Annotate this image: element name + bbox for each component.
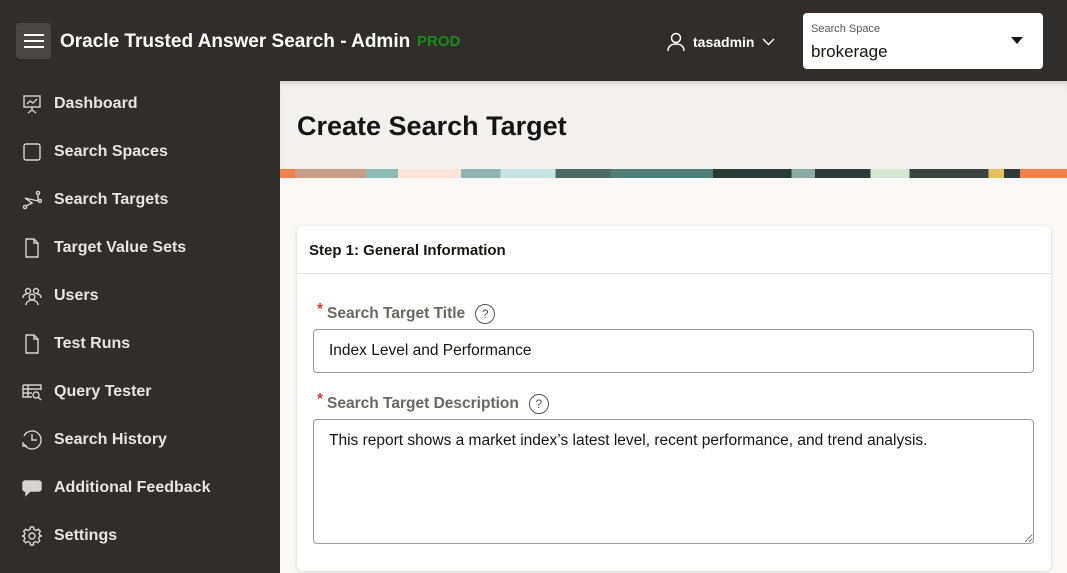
sidebar-item-label: Search Spaces <box>54 143 168 160</box>
sidebar-item-label: Dashboard <box>54 95 138 112</box>
user-icon <box>667 32 685 52</box>
sidebar-item-query-tester[interactable]: Query Tester <box>22 382 152 402</box>
sidebar-nav: Dashboard Search Spaces Search Targets T… <box>0 81 280 573</box>
menu-toggle-button[interactable] <box>16 23 51 59</box>
main-content: Create Search Target Step 1: General Inf… <box>280 81 1067 573</box>
chevron-down-icon <box>762 38 775 46</box>
page-header: Create Search Target <box>280 81 1067 169</box>
sidebar-item-label: Additional Feedback <box>54 479 211 496</box>
search-space-select[interactable]: Search Space brokerage <box>803 13 1043 69</box>
sidebar-item-search-spaces[interactable]: Search Spaces <box>22 142 168 162</box>
app-title: Oracle Trusted Answer Search - Admin <box>60 31 411 52</box>
username: tasadmin <box>693 34 755 50</box>
title-field-label: * Search Target Title ? <box>317 301 496 324</box>
users-icon <box>22 287 42 306</box>
search-target-title-input[interactable] <box>313 329 1034 373</box>
query-icon <box>22 384 42 401</box>
page-title: Create Search Target <box>297 111 567 141</box>
document-icon <box>25 334 39 354</box>
sidebar-item-label: Query Tester <box>54 383 152 400</box>
search-space-value: brokerage <box>811 42 888 61</box>
chat-icon <box>22 480 42 497</box>
sidebar-item-label: Target Value Sets <box>54 239 187 256</box>
history-icon <box>22 430 42 450</box>
dashboard-icon <box>23 95 41 114</box>
sidebar-item-dashboard[interactable]: Dashboard <box>22 94 138 114</box>
caret-down-icon <box>1011 37 1023 44</box>
sidebar-item-additional-feedback[interactable]: Additional Feedback <box>22 478 210 498</box>
label-text: Search Target Title <box>327 305 466 322</box>
step-card: Step 1: General Information * Search Tar… <box>297 226 1051 571</box>
required-indicator: * <box>317 301 324 318</box>
label-text: Search Target Description <box>327 395 519 412</box>
user-menu[interactable]: tasadmin <box>667 32 775 52</box>
sidebar-item-label: Settings <box>54 527 118 544</box>
square-icon <box>23 143 41 161</box>
sidebar-item-label: Test Runs <box>54 335 131 352</box>
search-target-description-textarea[interactable]: This report shows a market index’s lates… <box>313 419 1034 544</box>
sidebar-item-settings[interactable]: Settings <box>22 526 117 546</box>
decorative-banner <box>280 169 1067 178</box>
description-field-label: * Search Target Description ? <box>317 391 549 414</box>
targets-icon <box>22 190 42 210</box>
document-icon <box>25 238 39 258</box>
sidebar-item-users[interactable]: Users <box>22 286 98 306</box>
environment-badge: PROD <box>417 33 461 50</box>
required-indicator: * <box>317 391 324 408</box>
sidebar-item-label: Users <box>54 287 99 304</box>
help-icon[interactable]: ? <box>475 304 496 324</box>
help-icon[interactable]: ? <box>528 394 549 414</box>
gear-icon <box>22 526 42 546</box>
sidebar-item-label: Search History <box>54 431 167 448</box>
sidebar-item-search-targets[interactable]: Search Targets <box>22 190 168 210</box>
sidebar-item-test-runs[interactable]: Test Runs <box>22 334 130 354</box>
sidebar-item-label: Search Targets <box>54 191 169 208</box>
search-space-label: Search Space <box>811 23 881 35</box>
sidebar-item-search-history[interactable]: Search History <box>22 430 167 450</box>
step-title: Step 1: General Information <box>297 226 1051 274</box>
app-header: Oracle Trusted Answer Search - Admin PRO… <box>0 0 1067 81</box>
sidebar-item-target-value-sets[interactable]: Target Value Sets <box>22 238 186 258</box>
